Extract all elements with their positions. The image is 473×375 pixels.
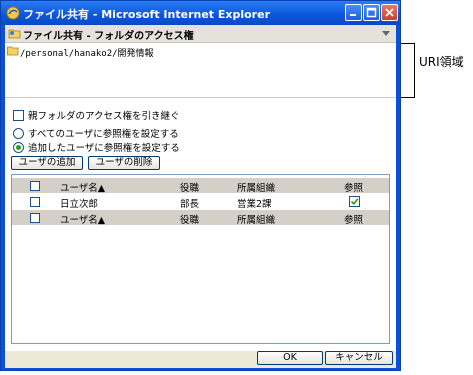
ie-icon [6,6,20,20]
col-user-name[interactable]: ユーザ名▲ [60,180,105,194]
uri-area: /personal/hanako2/開発情報 [5,43,396,98]
maximize-button[interactable] [363,4,380,21]
table-header-row: ユーザ名▲ 役職 所属組織 参照 [12,178,389,194]
table-row[interactable]: 日立次郎 部長 営業2課 [12,194,389,210]
row-user-name: 日立次郎 [60,199,99,210]
select-all-checkbox-footer[interactable] [30,213,40,223]
close-button[interactable] [381,4,398,21]
maximize-icon [366,7,377,18]
ok-button[interactable]: OK [257,351,323,365]
radio-all-users[interactable]: すべてのユーザに参照権を設定する [13,126,179,140]
radio-all-users-label: すべてのユーザに参照権を設定する [28,129,179,140]
row-dept: 営業2課 [237,199,272,210]
table-footer-row: ユーザ名▲ 役職 所属組織 参照 [12,210,389,226]
folder-header: ファイル共有 - フォルダのアクセス権 [5,25,396,43]
radio-added-users-button[interactable] [13,142,24,153]
check-icon [350,198,359,205]
collapse-arrow-icon[interactable] [382,31,390,36]
inherit-option[interactable]: 親フォルダのアクセス権を引き継ぐ [13,108,180,122]
folder-icon [7,46,19,56]
col-role-footer: 役職 [180,215,200,226]
cancel-button[interactable]: キャンセル [325,351,393,365]
user-table: ユーザ名▲ 役職 所属組織 参照 日立次郎 部長 営業2課 ユーザ名▲ 役職 所… [11,174,390,344]
close-icon [385,8,394,17]
window-title: ファイル共有 - Microsoft Internet Explorer [23,8,270,21]
row-role: 部長 [180,199,200,210]
ref-checkbox[interactable] [349,196,360,207]
add-user-button[interactable]: ユーザの追加 [11,156,83,170]
col-dept-footer: 所属組織 [237,215,276,226]
folder-share-icon [8,29,21,39]
radio-all-users-button[interactable] [13,128,24,139]
remove-user-button[interactable]: ユーザの削除 [88,156,160,170]
minimize-icon [350,14,356,16]
col-ref: 参照 [344,183,364,194]
radio-added-users[interactable]: 追加したユーザに参照権を設定する [13,140,180,154]
uri-area-callout: URI領域 [419,55,464,69]
col-dept: 所属組織 [237,183,276,194]
row-select-checkbox[interactable] [30,197,40,207]
col-role: 役職 [180,183,200,194]
dialog-heading: ファイル共有 - フォルダのアクセス権 [23,31,194,42]
uri-path: /personal/hanako2/開発情報 [20,49,154,59]
inherit-label: 親フォルダのアクセス権を引き継ぐ [28,111,180,122]
browser-window: ファイル共有 - Microsoft Internet Explorer ファイ… [0,0,401,371]
dialog-client: ファイル共有 - フォルダのアクセス権 /personal/hanako2/開発… [5,25,396,368]
uri-bracket [401,43,415,98]
title-bar[interactable]: ファイル共有 - Microsoft Internet Explorer [1,1,400,25]
minimize-button[interactable] [345,4,362,21]
inherit-checkbox[interactable] [13,110,24,121]
col-user-name-footer[interactable]: ユーザ名▲ [60,212,105,226]
radio-added-users-label: 追加したユーザに参照権を設定する [28,143,180,154]
dialog-button-bar: OK キャンセル [5,351,396,368]
select-all-checkbox[interactable] [30,181,40,191]
col-ref-footer: 参照 [344,215,364,226]
